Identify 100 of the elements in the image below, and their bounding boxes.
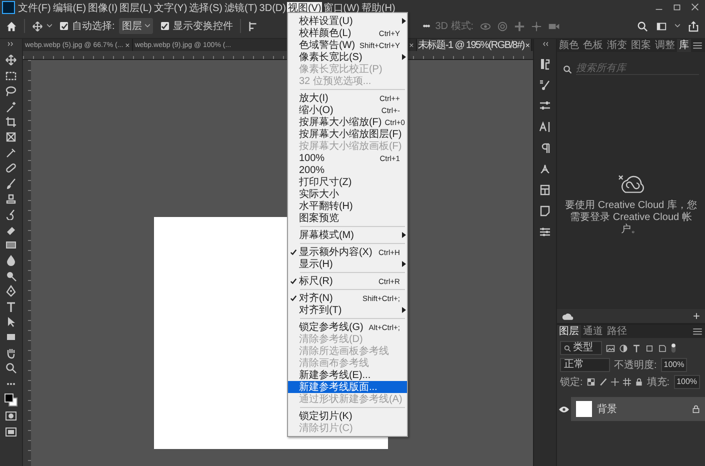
pan-icon[interactable] bbox=[514, 20, 525, 32]
toggle-icon[interactable] bbox=[671, 343, 676, 353]
character-icon[interactable] bbox=[539, 121, 551, 133]
sliders-icon[interactable] bbox=[539, 100, 551, 112]
eyedropper-icon[interactable] bbox=[5, 146, 17, 159]
restore-icon[interactable] bbox=[673, 3, 681, 11]
menu-item[interactable]: 显示(H) bbox=[288, 258, 407, 270]
panel-tab[interactable]: 图层 bbox=[557, 325, 581, 338]
opacity-field[interactable]: 100% bbox=[660, 358, 688, 372]
menu-item[interactable]: 图案预览 bbox=[288, 212, 407, 224]
menu-item[interactable]: 打印尺寸(Z) bbox=[288, 176, 407, 188]
smart-object-icon[interactable] bbox=[658, 344, 667, 352]
caret-icon[interactable] bbox=[675, 24, 680, 28]
stamp-icon[interactable] bbox=[5, 192, 17, 205]
checker-lock-icon[interactable] bbox=[586, 378, 595, 386]
glyph-icon[interactable] bbox=[539, 163, 551, 175]
orbit-icon[interactable] bbox=[480, 20, 491, 32]
menu-bar-item[interactable]: 选择(S) bbox=[188, 2, 224, 16]
menu-bar-item[interactable]: 帮助(H) bbox=[360, 2, 396, 16]
fill-field[interactable]: 100% bbox=[674, 375, 700, 389]
history-brush-icon[interactable] bbox=[5, 208, 17, 220]
layer-row[interactable]: 背景 bbox=[557, 397, 705, 421]
panel-tab[interactable]: 库 bbox=[677, 39, 691, 52]
lock-icon[interactable] bbox=[692, 405, 700, 413]
panel-tab[interactable]: 颜色 bbox=[557, 39, 581, 52]
align-icon[interactable] bbox=[248, 20, 259, 32]
menu-item[interactable]: 屏幕模式(M) bbox=[288, 229, 407, 241]
magic-wand-icon[interactable] bbox=[5, 100, 17, 113]
brush-lock-icon[interactable] bbox=[598, 378, 607, 386]
move-arrows-icon[interactable] bbox=[32, 20, 43, 32]
double-chevron-icon[interactable] bbox=[542, 42, 548, 46]
cloud-sync-icon[interactable] bbox=[562, 312, 574, 320]
panel-tab[interactable]: 渐变 bbox=[605, 39, 629, 52]
pen-icon[interactable] bbox=[5, 285, 17, 298]
layout-icon[interactable] bbox=[539, 184, 551, 196]
gradient-icon[interactable] bbox=[5, 239, 17, 252]
menu-bar-item[interactable]: 窗口(W) bbox=[322, 2, 360, 16]
type-filter-icon[interactable] bbox=[632, 344, 641, 352]
bandage-icon[interactable] bbox=[5, 162, 17, 174]
pilcrow-icon[interactable] bbox=[539, 142, 551, 154]
quick-mask-icon[interactable] bbox=[5, 410, 17, 422]
menu-item[interactable]: 锁定切片(K) bbox=[288, 410, 407, 422]
history-panel-icon[interactable] bbox=[539, 58, 551, 70]
move-arrows-icon[interactable] bbox=[5, 54, 17, 66]
share-icon[interactable] bbox=[688, 20, 699, 32]
menu-item[interactable]: 校样设置(U) bbox=[288, 15, 407, 27]
panel-tab[interactable]: 调整 bbox=[653, 39, 677, 52]
menu-bar-item[interactable]: 文字(Y) bbox=[152, 2, 188, 16]
menu-bar-item[interactable]: 滤镜(T) bbox=[224, 2, 258, 16]
document-tab[interactable]: 未标题-1 @ 195%(RGB/8#)× bbox=[416, 39, 532, 51]
menu-bar-item[interactable]: 文件(F) bbox=[17, 2, 52, 16]
brush-icon[interactable] bbox=[5, 178, 17, 190]
arrow-pointer-icon[interactable] bbox=[5, 316, 17, 328]
screen-mode-icon[interactable] bbox=[5, 426, 17, 438]
menu-bar-item[interactable]: 编辑(E) bbox=[52, 2, 88, 16]
note-icon[interactable] bbox=[539, 205, 551, 217]
shape-filter-icon[interactable] bbox=[645, 344, 654, 352]
brush-settings-icon[interactable] bbox=[539, 79, 551, 91]
hand-icon[interactable] bbox=[5, 346, 17, 359]
droplet-icon[interactable] bbox=[5, 254, 17, 266]
caret-icon[interactable] bbox=[47, 24, 52, 28]
menu-item[interactable]: 像素长宽比(S) bbox=[288, 51, 407, 63]
menu-item[interactable]: 新建参考线(E)... bbox=[288, 369, 407, 381]
slide-icon[interactable] bbox=[530, 20, 542, 32]
panel-tab[interactable]: 通道 bbox=[581, 325, 605, 338]
add-button[interactable]: + bbox=[692, 310, 700, 322]
home-icon[interactable] bbox=[6, 20, 17, 32]
target-dropdown[interactable]: 图层 bbox=[118, 18, 153, 34]
panel-menu-icon[interactable] bbox=[693, 42, 702, 49]
zoom-icon[interactable] bbox=[5, 362, 17, 374]
menu-bar-item[interactable]: 图像(I) bbox=[87, 2, 119, 16]
menu-item[interactable]: 按屏幕大小缩放图层(F) bbox=[288, 128, 407, 140]
roll-icon[interactable] bbox=[496, 20, 508, 32]
magnifier-dodge-icon[interactable] bbox=[5, 270, 17, 282]
artboard-lock-icon[interactable] bbox=[622, 378, 631, 386]
search-icon[interactable] bbox=[637, 20, 648, 32]
menu-item[interactable]: 对齐到(T) bbox=[288, 304, 407, 316]
menu-item[interactable]: 水平翻转(H) bbox=[288, 200, 407, 212]
checkbox[interactable] bbox=[160, 22, 169, 30]
dashed-rectangle-icon[interactable] bbox=[5, 70, 17, 82]
filter-dropdown[interactable]: 类型 bbox=[560, 341, 602, 355]
lock-icon[interactable] bbox=[634, 378, 643, 386]
panel-menu-icon[interactable] bbox=[693, 328, 702, 335]
image-filter-icon[interactable] bbox=[606, 344, 615, 352]
eye-icon[interactable] bbox=[559, 406, 569, 412]
crop-icon[interactable] bbox=[5, 116, 17, 128]
panel-tab[interactable]: 路径 bbox=[605, 325, 629, 338]
menu-item[interactable]: 实际大小 bbox=[288, 188, 407, 200]
close-icon[interactable] bbox=[691, 3, 699, 11]
more-options-button[interactable]: ••• bbox=[422, 21, 430, 31]
lasso-icon[interactable] bbox=[5, 85, 17, 98]
half-circle-icon[interactable] bbox=[619, 344, 628, 352]
move-lock-icon[interactable] bbox=[610, 378, 619, 386]
workspace-icon[interactable] bbox=[656, 20, 667, 32]
blend-mode-dropdown[interactable]: 正常 bbox=[560, 358, 610, 372]
panel-tab[interactable]: 色板 bbox=[581, 39, 605, 52]
menu-bar-item[interactable]: 图层(L) bbox=[118, 2, 153, 16]
text-tool-icon[interactable] bbox=[5, 300, 17, 313]
menu-bar-item[interactable]: 3D(D) bbox=[258, 2, 287, 16]
adjust-sliders-icon[interactable] bbox=[539, 226, 551, 238]
